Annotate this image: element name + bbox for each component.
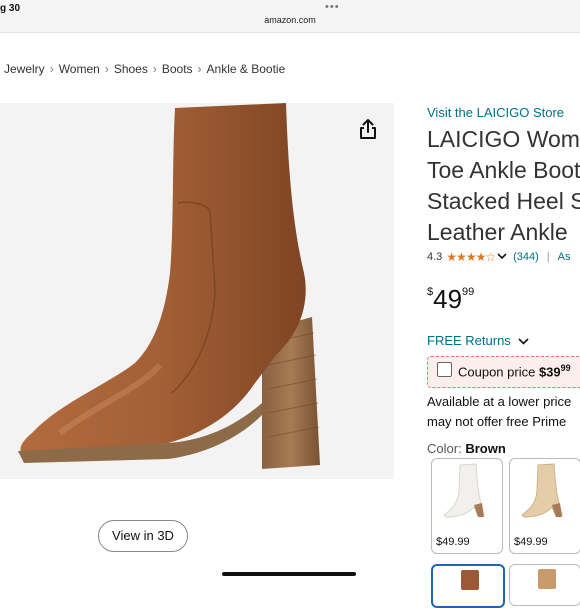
breadcrumb-separator: › — [152, 62, 157, 76]
breadcrumb: Jewelry › Women › Shoes › Boots › Ankle & Bootie — [4, 62, 285, 76]
breadcrumb-boots[interactable]: Boots — [162, 62, 193, 76]
coupon-label: Coupon price — [458, 364, 536, 380]
title-line: Toe Ankle Boot — [427, 157, 580, 183]
more-dots-icon[interactable]: ••• — [325, 1, 340, 13]
star-rating-icon[interactable]: ★★★★☆ — [446, 250, 496, 264]
white-boot-thumbnail — [443, 463, 485, 518]
color-label: Color: — [427, 441, 462, 456]
url-bar[interactable]: amazon.com — [0, 15, 580, 25]
chevron-down-icon[interactable] — [497, 251, 507, 263]
free-returns-link[interactable]: FREE Returns — [427, 333, 530, 348]
tan-boot-thumbnail — [538, 569, 556, 589]
color-selector-label: Color: Brown — [427, 441, 506, 456]
coupon-text: Coupon price $3999 — [458, 363, 571, 379]
variant-brown-selected[interactable] — [431, 564, 505, 608]
title-line: Stacked Heel S — [427, 188, 580, 214]
home-indicator — [222, 572, 356, 576]
store-link[interactable]: Visit the LAICIGO Store — [427, 105, 564, 120]
status-time: g 30 — [0, 3, 21, 14]
variant-tan[interactable] — [509, 564, 580, 606]
share-icon[interactable] — [356, 117, 380, 141]
breadcrumb-separator: › — [197, 62, 202, 76]
variant-beige[interactable]: $49.99 — [509, 458, 580, 554]
breadcrumb-separator: › — [49, 62, 54, 76]
breadcrumb-shoes[interactable]: Shoes — [114, 62, 148, 76]
view-in-3d-button[interactable]: View in 3D — [98, 520, 188, 552]
breadcrumb-separator: › — [104, 62, 109, 76]
price-whole: 49 — [433, 284, 463, 314]
title-line: LAICIGO Wome — [427, 126, 580, 152]
chevron-down-icon — [518, 333, 530, 348]
free-returns-label: FREE Returns — [427, 333, 511, 348]
product-title: LAICIGO Wome Toe Ankle Boot Stacked Heel… — [427, 124, 580, 248]
variant-price: $49.99 — [436, 536, 470, 548]
ask-link[interactable]: As — [558, 251, 571, 263]
beige-boot-thumbnail — [521, 463, 563, 518]
availability-text: Available at a lower price — [427, 394, 572, 409]
title-line: Leather Ankle — [427, 219, 568, 245]
price-fraction: 99 — [462, 286, 475, 298]
review-count-link[interactable]: (344) — [513, 251, 539, 263]
rating-value: 4.3 — [427, 251, 443, 263]
coupon-price: $39 — [538, 364, 561, 380]
breadcrumb-jewelry[interactable]: Jewelry — [4, 62, 45, 76]
coupon-checkbox[interactable] — [437, 362, 452, 377]
color-value: Brown — [465, 441, 506, 456]
variant-white[interactable]: $49.99 — [431, 458, 503, 554]
product-image[interactable] — [0, 103, 394, 479]
rating-row: 4.3 ★★★★☆ (344) | As — [427, 250, 570, 264]
boot-image — [18, 103, 320, 469]
availability-text: may not offer free Prime — [427, 414, 567, 429]
breadcrumb-women[interactable]: Women — [59, 62, 100, 76]
price-currency: $ — [427, 286, 434, 298]
breadcrumb-ankle-bootie[interactable]: Ankle & Bootie — [207, 62, 286, 76]
price: $4999 — [427, 284, 474, 315]
variant-price: $49.99 — [514, 536, 548, 548]
divider: | — [546, 251, 550, 263]
coupon-price-fraction: 99 — [560, 363, 571, 373]
brown-boot-thumbnail — [461, 570, 479, 590]
